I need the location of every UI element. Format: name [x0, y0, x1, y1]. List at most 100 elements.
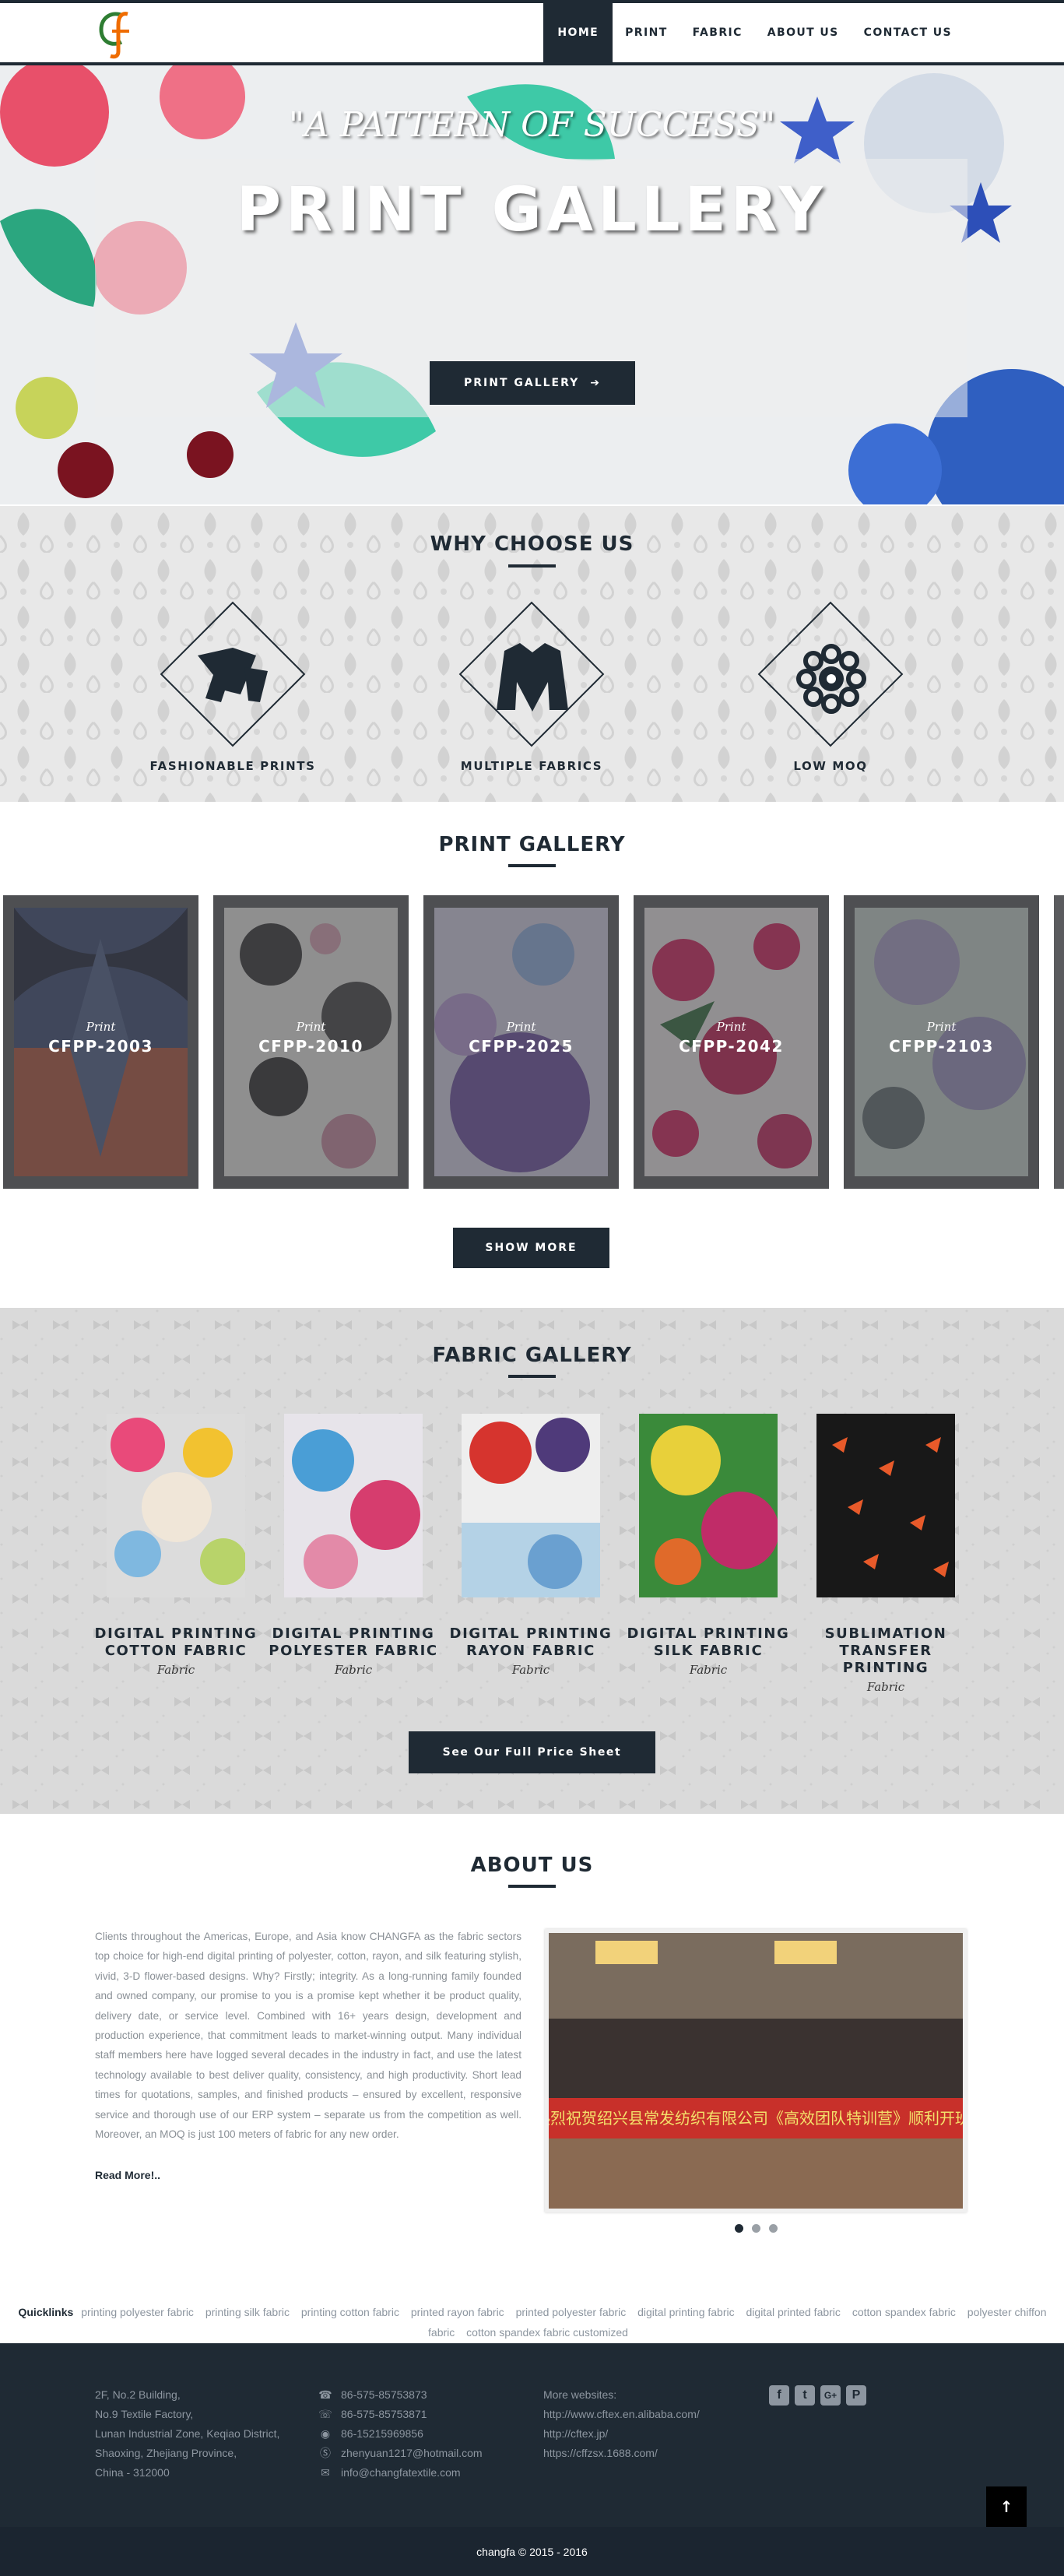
- print-kind-5: Print: [926, 1020, 957, 1034]
- fabric-name-rayon[interactable]: DIGITAL PRINTING RAYON FABRIC: [441, 1625, 620, 1660]
- fabric-name-silk-line2: SILK FABRIC: [653, 1643, 764, 1659]
- quicklink[interactable]: cotton spandex fabric customized: [466, 2326, 628, 2339]
- quicklink[interactable]: printing silk fabric: [205, 2306, 290, 2318]
- fabric-kind-cotton: Fabric: [156, 1663, 195, 1677]
- fabric-name-cotton[interactable]: DIGITAL PRINTING COTTON FABRIC: [86, 1625, 265, 1660]
- print-card-2[interactable]: Print CFPP-2010: [213, 895, 409, 1189]
- quicklink[interactable]: printed polyester fabric: [516, 2306, 627, 2318]
- menu-contact-us[interactable]: CONTACT US: [852, 3, 964, 62]
- main-menu: HOME PRINT FABRIC ABOUT US CONTACT US: [543, 3, 964, 62]
- contact-skype[interactable]: Ⓢzhenyuan1217@hotmail.com: [319, 2444, 483, 2463]
- contact-phone[interactable]: ☎ 86-575-85753873: [318, 2385, 483, 2405]
- google-plus-icon[interactable]: G+: [820, 2385, 841, 2406]
- twitter-icon[interactable]: t: [795, 2385, 815, 2406]
- print-code-4: CFPP-2042: [679, 1037, 784, 1056]
- rolls-icon: [796, 644, 866, 714]
- quicklink[interactable]: printing polyester fabric: [81, 2306, 194, 2318]
- print-card-4[interactable]: Print CFPP-2042: [634, 895, 829, 1189]
- whatsapp-icon: ◉: [320, 2427, 331, 2440]
- contact-text: 86-15215969856: [341, 2427, 423, 2440]
- full-price-sheet-button[interactable]: See Our Full Price Sheet: [409, 1731, 655, 1773]
- quicklink[interactable]: cotton spandex fabric: [852, 2306, 956, 2318]
- slider-dot-2[interactable]: [752, 2224, 760, 2233]
- fabric-name-silk[interactable]: DIGITAL PRINTING SILK FABRIC: [619, 1625, 798, 1660]
- quicklink[interactable]: printing cotton fabric: [301, 2306, 399, 2318]
- fabric-image-silk[interactable]: [639, 1414, 778, 1597]
- read-more-link[interactable]: Read More!..: [95, 2169, 160, 2181]
- print-card-5[interactable]: Print CFPP-2103: [844, 895, 1039, 1189]
- feature-label-low-moq: LOW MOQ: [793, 759, 868, 773]
- website-link[interactable]: https://cffzsx.1688.com/: [543, 2444, 700, 2463]
- fabric-image-cotton[interactable]: [107, 1414, 245, 1597]
- fabric-name-polyester[interactable]: DIGITAL PRINTING POLYESTER FABRIC: [264, 1625, 443, 1660]
- fabric-name-polyester-line2: POLYESTER FABRIC: [269, 1643, 438, 1659]
- print-card-3[interactable]: Print CFPP-2025: [423, 895, 619, 1189]
- contact-text: 86-575-85753873: [341, 2388, 427, 2401]
- phone-icon: ☎: [318, 2388, 332, 2401]
- contact-email[interactable]: ✉ info@changfatextile.com: [319, 2463, 483, 2483]
- print-card-6-partial[interactable]: [1054, 895, 1064, 1189]
- hero-title: PRINT GALLERY: [236, 175, 828, 245]
- print-kind-4: Print: [716, 1020, 746, 1034]
- fabric-image-sublimation[interactable]: [816, 1414, 955, 1597]
- quicklinks-title: Quicklinks: [18, 2306, 74, 2318]
- hero-button-label: PRINT GALLERY: [463, 377, 580, 389]
- fabric-name-sublimation-line3: PRINTING: [842, 1660, 929, 1676]
- mail-icon: ✉: [321, 2466, 330, 2479]
- fax-icon: ☏: [318, 2408, 332, 2420]
- print-card-1[interactable]: Print CFPP-2003: [3, 895, 198, 1189]
- address-line: Shaoxing, Zhejiang Province,: [95, 2447, 237, 2459]
- address-line: Lunan Industrial Zone, Keqiao District,: [95, 2427, 280, 2440]
- quicklink[interactable]: printed rayon fabric: [411, 2306, 504, 2318]
- print-gallery-underline: [508, 864, 556, 867]
- address-line: 2F, No.2 Building,: [95, 2388, 181, 2401]
- fabric-name-sublimation[interactable]: SUBLIMATION TRANSFER PRINTING: [796, 1625, 975, 1677]
- menu-print[interactable]: PRINT: [613, 3, 680, 62]
- changfa-logo[interactable]: [97, 8, 135, 61]
- about-us-underline: [508, 1885, 556, 1888]
- skype-icon: Ⓢ: [320, 2447, 331, 2459]
- fabric-kind-sublimation: Fabric: [866, 1680, 905, 1694]
- banner-text: 热烈祝贺绍兴县常发纺织有限公司《高效团队特训营》顺利开班!: [549, 2109, 963, 2128]
- copyright-bar: changfa © 2015 - 2016: [0, 2527, 1064, 2576]
- fabric-name-cotton-line2: COTTON FABRIC: [104, 1643, 248, 1659]
- footer-contacts: ☎ 86-575-85753873 ☏ 86-575-85753871 ◉ 86-15…: [318, 2385, 483, 2483]
- fabric-name-rayon-line1: DIGITAL PRINTING: [449, 1625, 613, 1642]
- hero-print-gallery-button[interactable]: PRINT GALLERY ➔: [430, 361, 635, 405]
- menu-home[interactable]: HOME: [543, 3, 613, 62]
- contact-text: 86-575-85753871: [341, 2408, 427, 2420]
- contact-fax[interactable]: ☏ 86-575-85753871: [318, 2405, 483, 2424]
- menu-about-us[interactable]: ABOUT US: [755, 3, 852, 62]
- team-photo-slider[interactable]: 热烈祝贺绍兴县常发纺织有限公司《高效团队特训营》顺利开班!: [545, 1929, 967, 2212]
- hero-quote: "A PATTERN OF SUCCESS": [288, 105, 776, 145]
- pinterest-icon[interactable]: P: [846, 2385, 866, 2406]
- team-photo: 热烈祝贺绍兴县常发纺织有限公司《高效团队特训营》顺利开班!: [549, 1933, 963, 2209]
- fabric-image-polyester[interactable]: [284, 1414, 423, 1597]
- slider-dot-1[interactable]: [735, 2224, 743, 2233]
- website-link[interactable]: http://cftex.jp/: [543, 2424, 700, 2444]
- quicklink[interactable]: digital printed fabric: [746, 2306, 841, 2318]
- menu-fabric[interactable]: FABRIC: [680, 3, 755, 62]
- facebook-icon[interactable]: f: [769, 2385, 789, 2406]
- quicklinks: Quicklinks printing polyester fabric pri…: [11, 2302, 1054, 2342]
- address-line: China - 312000: [95, 2466, 170, 2479]
- fabric-name-polyester-line1: DIGITAL PRINTING: [272, 1625, 435, 1642]
- print-kind-1: Print: [86, 1020, 116, 1034]
- back-to-top-button[interactable]: ↑: [986, 2486, 1027, 2527]
- fabric-kind-polyester: Fabric: [334, 1663, 373, 1677]
- slider-dot-3[interactable]: [769, 2224, 778, 2233]
- about-paragraph: Clients throughout the Americas, Europe,…: [95, 1931, 521, 2141]
- print-code-5: CFPP-2103: [889, 1037, 994, 1056]
- feature-label-fashionable-prints: FASHIONABLE PRINTS: [149, 759, 316, 773]
- quicklink[interactable]: digital printing fabric: [637, 2306, 735, 2318]
- jacket-icon: [497, 643, 568, 712]
- fabric-image-rayon[interactable]: [462, 1414, 600, 1597]
- arrow-right-icon: ➔: [590, 377, 601, 389]
- arrow-up-icon: ↑: [999, 2497, 1013, 2516]
- contact-whatsapp[interactable]: ◉ 86-15215969856: [319, 2424, 483, 2444]
- print-code-1: CFPP-2003: [48, 1037, 153, 1056]
- website-link[interactable]: http://www.cftex.en.alibaba.com/: [543, 2405, 700, 2424]
- scarf-icon: [198, 648, 268, 702]
- fabric-kind-rayon: Fabric: [511, 1663, 550, 1677]
- show-more-button[interactable]: SHOW MORE: [453, 1228, 609, 1268]
